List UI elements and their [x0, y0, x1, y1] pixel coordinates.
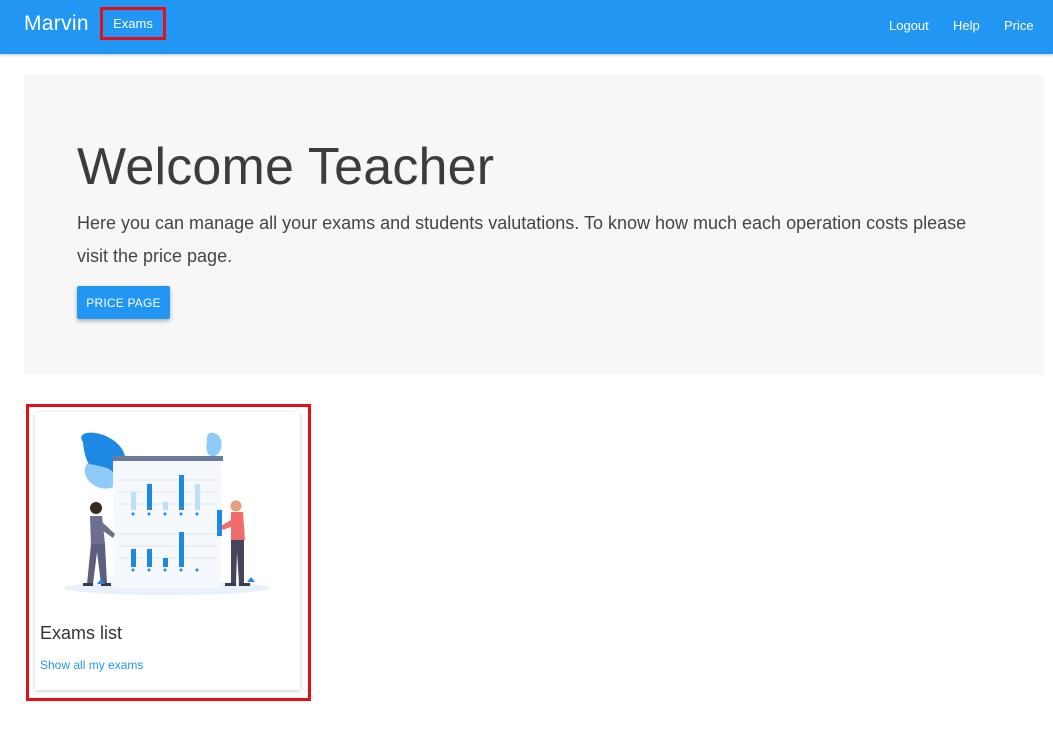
- nav-logout-link[interactable]: Logout: [889, 18, 929, 33]
- price-page-button[interactable]: PRICE PAGE: [77, 286, 170, 319]
- page-title: Welcome Teacher: [77, 138, 495, 196]
- nav-price-link[interactable]: Price: [1004, 18, 1034, 33]
- top-navbar: Marvin Exams Logout Help Price: [0, 0, 1053, 54]
- welcome-jumbotron: Welcome Teacher Here you can manage all …: [24, 75, 1044, 375]
- show-exams-link[interactable]: Show all my exams: [40, 658, 143, 672]
- welcome-description: Here you can manage all your exams and s…: [77, 213, 967, 266]
- data-report-illustration: [64, 432, 270, 595]
- exams-list-card[interactable]: Exams list Show all my exams: [35, 412, 300, 690]
- card-title: Exams list: [40, 623, 123, 643]
- nav-exams-link[interactable]: Exams: [100, 7, 166, 40]
- nav-help-link[interactable]: Help: [953, 18, 980, 33]
- brand-logo[interactable]: Marvin: [24, 12, 89, 36]
